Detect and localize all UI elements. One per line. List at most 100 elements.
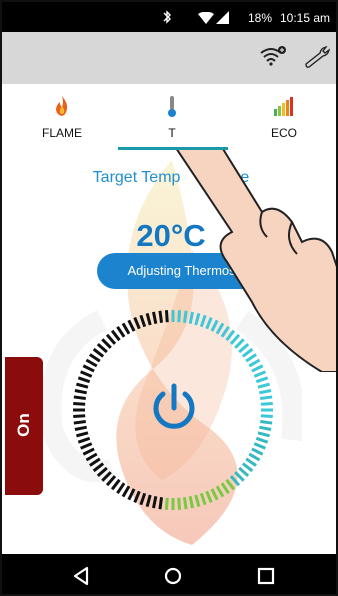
flame-icon — [56, 96, 68, 116]
dial-tick — [245, 457, 257, 467]
dial-tick — [82, 364, 95, 373]
status-bar: 18% 10:15 am — [2, 2, 336, 32]
dial-tick — [121, 485, 131, 498]
dial-tick — [89, 353, 101, 363]
tab-eco[interactable]: ECO — [234, 84, 334, 150]
dial-tick — [255, 376, 269, 384]
dial-tick — [215, 485, 225, 498]
dial-tick — [76, 382, 89, 389]
dial-tick — [260, 401, 273, 406]
dial-tick — [238, 466, 250, 478]
wrench-icon[interactable] — [303, 45, 331, 69]
dial-tick — [145, 494, 152, 507]
dial-tick — [73, 395, 86, 401]
dial-tick — [182, 497, 188, 510]
battery-percent: 18% — [248, 11, 273, 25]
hand-pointer-overlay — [176, 150, 336, 372]
dial-tick — [133, 490, 141, 503]
dial-tick — [259, 425, 272, 431]
dial-tick — [241, 462, 254, 473]
dial-tick — [257, 431, 270, 438]
dial-tick — [101, 338, 112, 349]
dial-tick — [105, 475, 117, 487]
dial-tick — [110, 329, 121, 342]
dial-tick — [259, 389, 272, 395]
dial-tick — [96, 342, 108, 354]
power-state-label: On — [14, 413, 33, 437]
dial-tick — [92, 347, 105, 358]
dial-tick — [127, 319, 136, 332]
dial-tick — [260, 419, 273, 425]
dial-tick — [234, 471, 245, 482]
dial-tick — [158, 497, 164, 510]
dial-tick — [77, 376, 91, 384]
dial-tick — [210, 488, 219, 501]
dial-tick — [220, 482, 230, 494]
dial-tick — [74, 389, 87, 395]
dial-tick — [248, 452, 261, 462]
dial-tick — [110, 478, 121, 491]
tab-thermostat[interactable]: T — [122, 84, 222, 150]
home-icon[interactable] — [161, 564, 185, 588]
dial-tick — [73, 401, 86, 406]
dial-tick — [194, 494, 201, 507]
dial-tick — [73, 414, 86, 419]
dial-tick — [260, 395, 273, 401]
dial-tick — [96, 466, 108, 478]
clock: 10:15 am — [280, 11, 331, 25]
thermometer-icon — [168, 96, 176, 117]
dial-tick — [205, 490, 213, 503]
dial-tick — [255, 436, 269, 444]
dial-tick — [260, 414, 273, 419]
dial-tick — [225, 478, 236, 491]
dial-tick — [229, 475, 241, 487]
dial-tick — [82, 447, 95, 456]
dial-tick — [89, 457, 101, 467]
dial-tick — [85, 452, 98, 462]
dial-tick — [116, 326, 126, 338]
dial-tick — [199, 492, 207, 506]
thermostat-panel: Target Temp e 20°C Adjusting Thermosta — [2, 150, 336, 554]
dial-tick — [253, 442, 266, 450]
power-icon[interactable] — [149, 382, 199, 434]
wifi-status-icon — [198, 12, 214, 24]
dial-tick — [101, 471, 112, 482]
recents-icon[interactable] — [254, 564, 278, 588]
dial-tick — [80, 370, 93, 378]
dial-tick — [77, 436, 91, 444]
dial-tick — [127, 488, 136, 501]
back-icon[interactable] — [69, 564, 93, 588]
dial-tick — [76, 431, 89, 438]
dial-tick — [121, 322, 131, 335]
dial-tick — [145, 313, 152, 326]
power-state-tab[interactable]: On — [5, 357, 43, 495]
bluetooth-icon — [163, 10, 171, 24]
dial-tick — [80, 442, 93, 450]
dial-tick — [139, 314, 147, 328]
tab-thermostat-label: T — [168, 126, 176, 140]
phone-screen: 18% 10:15 am FLAME T ECO Target Temp e 2… — [0, 0, 338, 596]
navigation-bar — [2, 554, 336, 594]
wifi-settings-icon[interactable] — [259, 45, 287, 67]
dial-tick — [73, 419, 86, 425]
dial-tick — [188, 496, 194, 509]
cell-signal-icon — [216, 11, 229, 24]
dial-tick — [257, 382, 270, 389]
dial-tick — [85, 358, 98, 368]
signal-bars-icon — [274, 97, 293, 116]
dial-tick — [253, 370, 266, 378]
dial-tick — [116, 482, 126, 494]
dial-tick — [164, 497, 169, 510]
dial-tick — [92, 462, 105, 473]
dial-tick — [152, 496, 158, 509]
dial-tick — [74, 425, 87, 431]
tab-eco-label: ECO — [270, 126, 297, 140]
mode-tabs: FLAME T ECO — [2, 84, 336, 150]
tab-flame-label: FLAME — [41, 126, 82, 140]
dial-tick — [177, 497, 182, 510]
tab-flame[interactable]: FLAME — [12, 84, 112, 150]
app-bar — [2, 32, 336, 84]
dial-tick — [105, 333, 117, 345]
dial-tick — [251, 447, 264, 456]
dial-tick — [133, 317, 141, 330]
